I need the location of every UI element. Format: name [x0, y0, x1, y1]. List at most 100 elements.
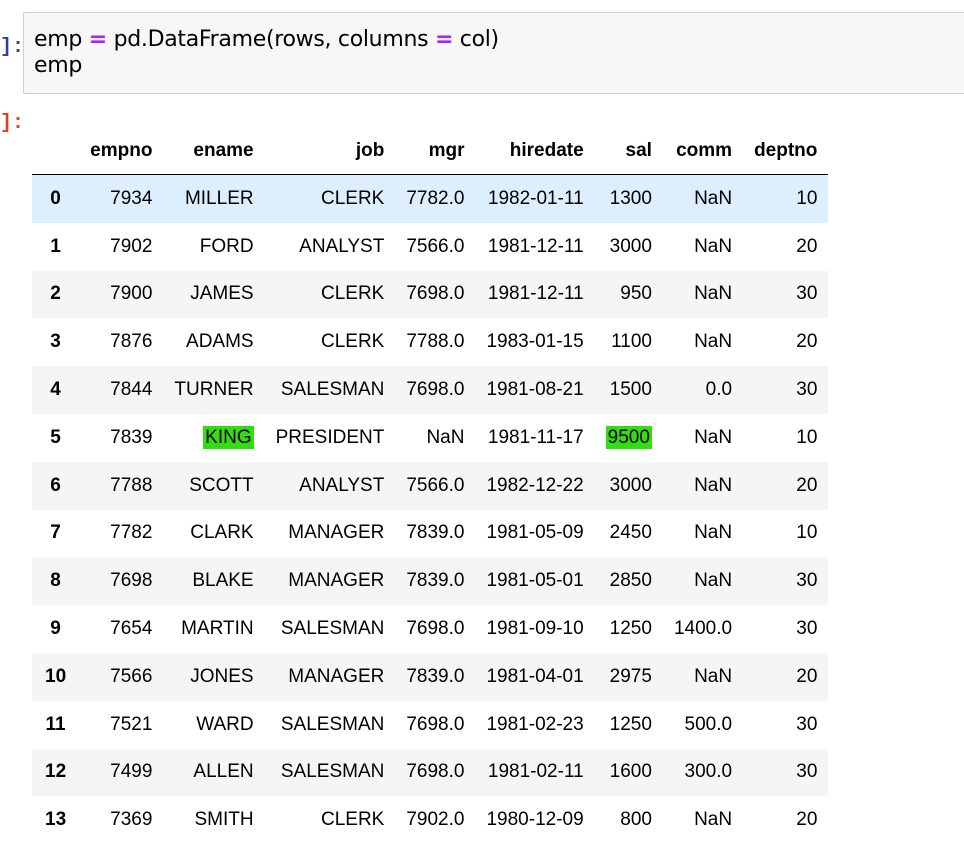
code-operator: =: [434, 27, 454, 52]
cell-mgr: 7788.0: [406, 331, 465, 353]
cell-sal: 2975: [609, 665, 652, 687]
cell-empno: 7876: [110, 331, 153, 353]
highlighted-value: 9500: [605, 425, 652, 449]
row-index: 10: [45, 665, 67, 687]
notebook-page: ]: emp = pd.DataFrame(rows, columns = co…: [0, 0, 964, 858]
cell-job: SALESMAN: [280, 713, 385, 735]
cell-job: SALESMAN: [280, 379, 385, 401]
cell-ename: SCOTT: [189, 474, 254, 496]
cell-hiredate: 1981-04-01: [486, 665, 584, 687]
cell-deptno: 30: [796, 570, 818, 592]
cell-hiredate: 1981-05-09: [486, 522, 584, 544]
cell-mgr: 7566.0: [406, 235, 465, 257]
cell-job: MANAGER: [288, 665, 385, 687]
column-header-comm: comm: [662, 128, 744, 175]
cell-ename: JONES: [190, 665, 254, 687]
row-index: 1: [50, 235, 61, 257]
code-token: col): [453, 27, 499, 52]
cell-hiredate: 1983-01-15: [486, 331, 584, 353]
cell-mgr: 7902.0: [406, 809, 465, 831]
cell-ename: MILLER: [184, 187, 254, 209]
cell-job: CLERK: [320, 283, 385, 305]
table-row: 11 7521 WARD SALESMAN 7698.0 1981-02-23 1250 50…: [32, 700, 829, 749]
cell-comm: NaN: [694, 665, 733, 687]
cell-mgr: 7782.0: [406, 187, 465, 209]
cell-empno: 7839: [110, 426, 153, 448]
cell-empno: 7782: [110, 522, 153, 544]
code-line-2: emp: [34, 53, 83, 78]
cell-sal: 1500: [609, 379, 652, 401]
cell-comm: NaN: [694, 283, 733, 305]
cell-job: MANAGER: [288, 522, 385, 544]
cell-comm: NaN: [694, 426, 733, 448]
cell-job: PRESIDENT: [275, 426, 385, 448]
cell-hiredate: 1981-05-01: [486, 570, 584, 592]
column-header-ename: ename: [163, 128, 265, 175]
table-row: 13 7369 SMITH CLERK 7902.0 1980-12-09 800 NaN 20: [32, 796, 829, 845]
cell-deptno: 20: [796, 809, 818, 831]
cell-deptno: 20: [796, 331, 818, 353]
cell-deptno: 20: [796, 665, 818, 687]
cell-deptno: 30: [796, 618, 818, 640]
row-index: 7: [50, 522, 61, 544]
cell-sal: 1600: [609, 761, 652, 783]
cell-hiredate: 1981-12-11: [487, 235, 584, 257]
code-input-cell[interactable]: emp = pd.DataFrame(rows, columns = col) …: [23, 12, 964, 94]
cell-hiredate: 1982-12-22: [486, 474, 584, 496]
column-header-mgr: mgr: [395, 128, 476, 175]
cell-mgr: NaN: [426, 426, 465, 448]
cell-mgr: 7698.0: [406, 283, 465, 305]
row-index: 6: [50, 474, 61, 496]
row-index: 8: [50, 570, 61, 592]
cell-sal: 1100: [611, 331, 652, 353]
table-row: 6 7788 SCOTT ANALYST 7566.0 1982-12-22 3000 NaN…: [32, 461, 829, 510]
cell-hiredate: 1981-08-21: [486, 379, 584, 401]
cell-hiredate: 1981-02-11: [487, 761, 584, 783]
cell-deptno: 30: [796, 379, 818, 401]
cell-hiredate: 1982-01-11: [487, 187, 584, 209]
cell-job: CLERK: [320, 187, 385, 209]
row-index: 13: [45, 809, 67, 831]
cell-job: CLERK: [320, 809, 385, 831]
cell-comm: NaN: [694, 235, 733, 257]
cell-deptno: 10: [796, 426, 818, 448]
cell-comm: 1400.0: [673, 618, 733, 640]
column-header-empno: empno: [79, 128, 164, 175]
cell-comm: NaN: [694, 331, 733, 353]
cell-comm: NaN: [694, 570, 733, 592]
cell-comm: NaN: [694, 187, 733, 209]
cell-hiredate: 1981-12-11: [487, 283, 584, 305]
cell-empno: 7844: [110, 379, 153, 401]
cell-empno: 7521: [110, 713, 153, 735]
column-header-deptno: deptno: [743, 128, 829, 175]
table-row: 0 7934 MILLER CLERK 7782.0 1982-01-11 1300 NaN 1…: [32, 174, 829, 223]
table-row: 7 7782 CLARK MANAGER 7839.0 1981-05-09 2450 NaN…: [32, 509, 829, 558]
cell-mgr: 7839.0: [406, 665, 465, 687]
table-row: 8 7698 BLAKE MANAGER 7839.0 1981-05-01 2850 NaN…: [32, 557, 829, 606]
table-row: 4 7844 TURNER SALESMAN 7698.0 1981-08-21 1500 0…: [32, 366, 829, 414]
header-row: empno ename job mgr hiredate sal comm deptno: [32, 128, 829, 175]
cell-empno: 7934: [110, 187, 153, 209]
table-header: empno ename job mgr hiredate sal comm deptno: [32, 128, 829, 175]
cell-job: ANALYST: [299, 474, 385, 496]
table-row: 5 7839 KING PRESIDENT NaN 1981-11-17 9500 NaN 10: [32, 413, 829, 462]
cell-deptno: 20: [796, 235, 818, 257]
column-header-job: job: [264, 128, 396, 175]
highlighted-value: KING: [203, 425, 254, 449]
table-row: 3 7876 ADAMS CLERK 7788.0 1983-01-15 1100 NaN 20: [32, 318, 829, 367]
output-prompt: ]:: [0, 112, 25, 135]
row-index: 11: [45, 713, 66, 735]
column-header-sal: sal: [594, 128, 663, 175]
row-index: 3: [50, 331, 61, 353]
row-index: 9: [50, 618, 61, 640]
cell-empno: 7900: [110, 283, 153, 305]
cell-sal: 3000: [609, 474, 652, 496]
cell-hiredate: 1981-09-10: [486, 618, 584, 640]
cell-deptno: 10: [796, 522, 818, 544]
cell-ename: JAMES: [190, 283, 254, 305]
cell-hiredate: 1981-02-23: [486, 713, 584, 735]
cell-comm: 0.0: [705, 379, 733, 401]
cell-ename: TURNER: [174, 379, 254, 401]
cell-ename: CLARK: [190, 522, 254, 544]
row-index: 2: [50, 283, 61, 305]
